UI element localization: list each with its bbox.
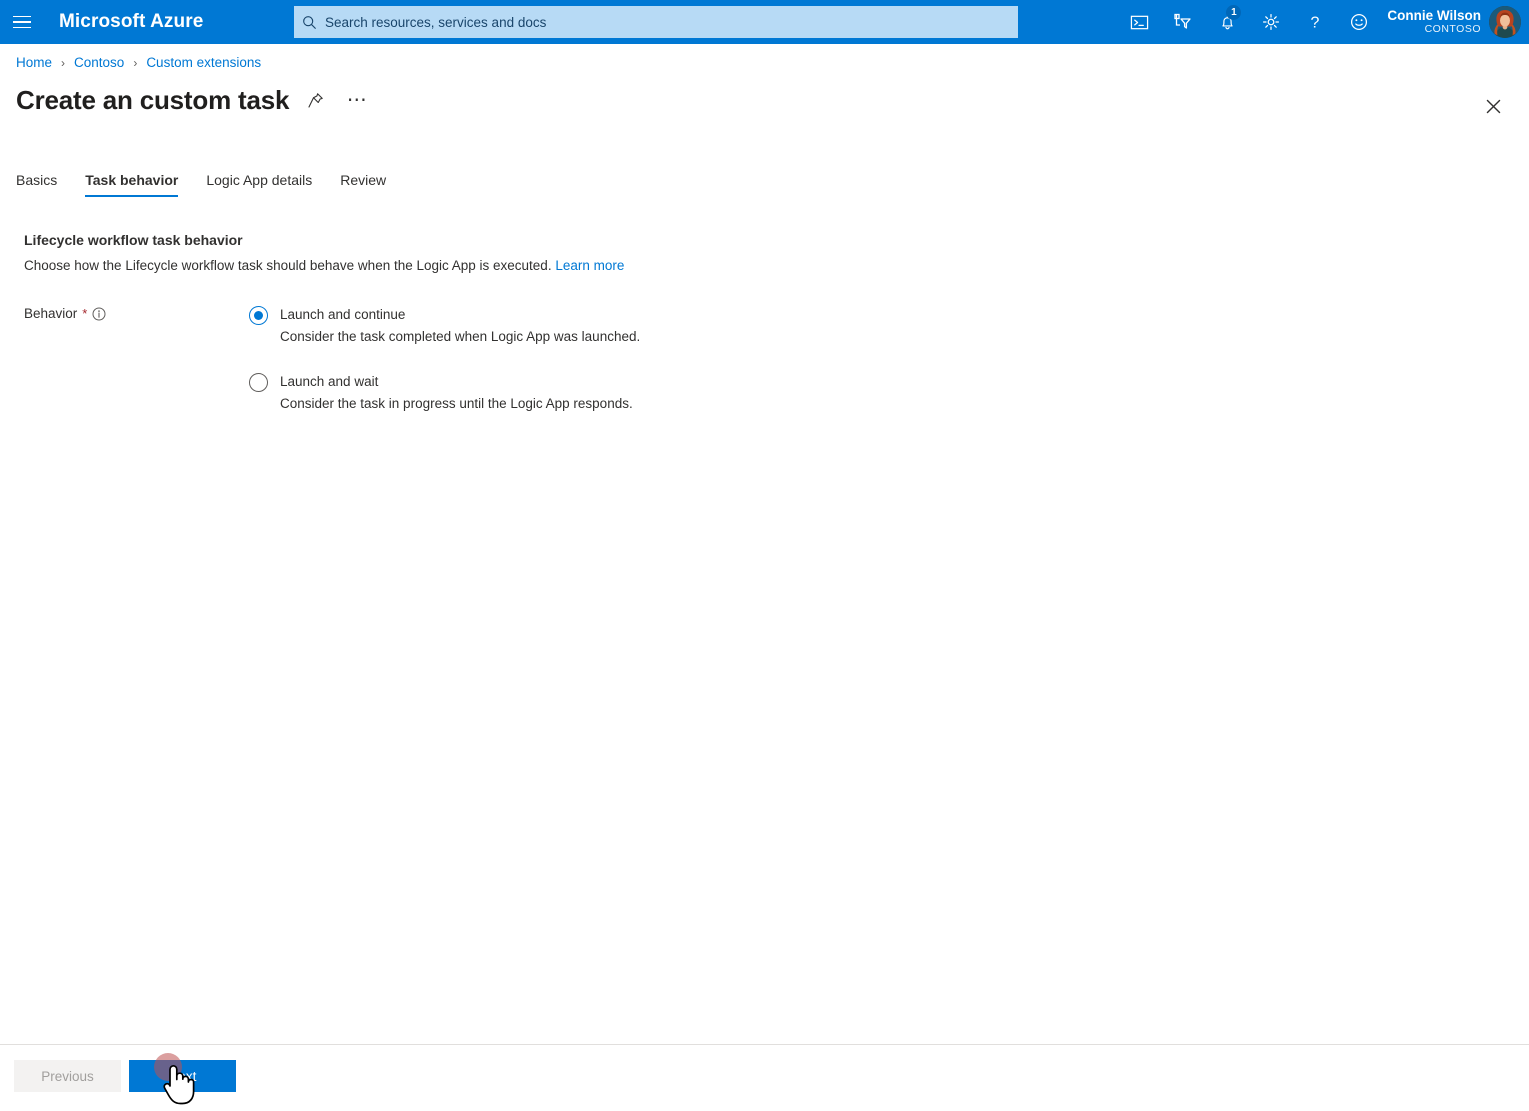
breadcrumb-item-contoso[interactable]: Contoso bbox=[74, 55, 124, 70]
account-org: CONTOSO bbox=[1424, 22, 1481, 35]
behavior-radio-group: Launch and continue Consider the task co… bbox=[249, 305, 640, 439]
ellipsis-glyph: ⋯ bbox=[346, 89, 368, 111]
page-title: Create an custom task bbox=[16, 84, 290, 115]
global-search-box[interactable] bbox=[294, 6, 1018, 38]
section-description: Choose how the Lifecycle workflow task s… bbox=[24, 258, 624, 273]
notification-count-badge: 1 bbox=[1226, 5, 1242, 20]
wizard-footer: Previous Next bbox=[14, 1060, 236, 1092]
behavior-field-label: Behavior * bbox=[24, 306, 106, 321]
footer-divider bbox=[0, 1044, 1529, 1045]
radio-label: Launch and continue bbox=[280, 307, 406, 322]
azure-brand-label[interactable]: Microsoft Azure bbox=[59, 11, 203, 33]
settings-gear-icon[interactable] bbox=[1249, 0, 1293, 44]
radio-label: Launch and wait bbox=[280, 374, 379, 389]
breadcrumb-separator-icon: › bbox=[61, 55, 66, 70]
search-input[interactable] bbox=[323, 7, 1010, 37]
learn-more-link[interactable]: Learn more bbox=[555, 258, 624, 273]
radio-launch-and-continue[interactable]: Launch and continue Consider the task co… bbox=[249, 305, 640, 346]
breadcrumb-separator-icon: › bbox=[133, 55, 138, 70]
account-name: Connie Wilson bbox=[1387, 7, 1481, 23]
wizard-tabs: Basics Task behavior Logic App details R… bbox=[16, 165, 414, 197]
hamburger-line bbox=[13, 26, 31, 29]
hamburger-menu-icon[interactable] bbox=[0, 0, 44, 44]
tab-task-behavior[interactable]: Task behavior bbox=[85, 172, 179, 197]
behavior-label-text: Behavior bbox=[24, 306, 78, 321]
cloud-shell-icon[interactable] bbox=[1117, 0, 1161, 44]
page-header: Create an custom task ⋯ bbox=[16, 84, 373, 116]
avatar[interactable] bbox=[1489, 6, 1521, 38]
notifications-bell-icon[interactable]: 1 bbox=[1205, 0, 1249, 44]
header-icon-group: 1 ? Connie Wilson CONTOSO bbox=[1117, 0, 1529, 44]
tab-review[interactable]: Review bbox=[340, 172, 386, 197]
account-menu[interactable]: Connie Wilson CONTOSO bbox=[1381, 0, 1529, 44]
radio-description: Consider the task in progress until the … bbox=[280, 396, 633, 411]
radio-button-indicator[interactable] bbox=[249, 373, 268, 392]
hamburger-line bbox=[13, 21, 31, 23]
feedback-smiley-icon[interactable] bbox=[1337, 0, 1381, 44]
info-icon[interactable] bbox=[92, 307, 106, 321]
directory-filter-icon[interactable] bbox=[1161, 0, 1205, 44]
radio-launch-and-wait[interactable]: Launch and wait Consider the task in pro… bbox=[249, 372, 640, 413]
help-question-icon[interactable]: ? bbox=[1293, 0, 1337, 44]
section-title: Lifecycle workflow task behavior bbox=[24, 232, 243, 248]
required-asterisk: * bbox=[82, 306, 88, 321]
azure-top-header: Microsoft Azure Search resources, servic… bbox=[0, 0, 1529, 44]
radio-option-texts: Launch and continue Consider the task co… bbox=[280, 305, 640, 346]
breadcrumb-item-custom-extensions[interactable]: Custom extensions bbox=[146, 55, 261, 70]
close-icon[interactable] bbox=[1477, 90, 1509, 122]
breadcrumb-item-home[interactable]: Home bbox=[16, 55, 52, 70]
section-description-text: Choose how the Lifecycle workflow task s… bbox=[24, 258, 552, 273]
svg-text:?: ? bbox=[1311, 15, 1320, 32]
breadcrumb: Home › Contoso › Custom extensions bbox=[16, 55, 261, 70]
more-ellipsis-icon[interactable]: ⋯ bbox=[341, 84, 373, 116]
pin-icon[interactable] bbox=[299, 84, 331, 116]
previous-button[interactable]: Previous bbox=[14, 1060, 121, 1092]
radio-option-texts: Launch and wait Consider the task in pro… bbox=[280, 372, 633, 413]
next-button[interactable]: Next bbox=[129, 1060, 236, 1092]
radio-description: Consider the task completed when Logic A… bbox=[280, 329, 641, 344]
tab-logic-app-details[interactable]: Logic App details bbox=[206, 172, 312, 197]
radio-button-indicator[interactable] bbox=[249, 306, 268, 325]
hamburger-line bbox=[13, 15, 31, 18]
tab-basics[interactable]: Basics bbox=[16, 172, 57, 197]
account-text: Connie Wilson CONTOSO bbox=[1387, 7, 1481, 35]
search-icon bbox=[303, 15, 316, 29]
